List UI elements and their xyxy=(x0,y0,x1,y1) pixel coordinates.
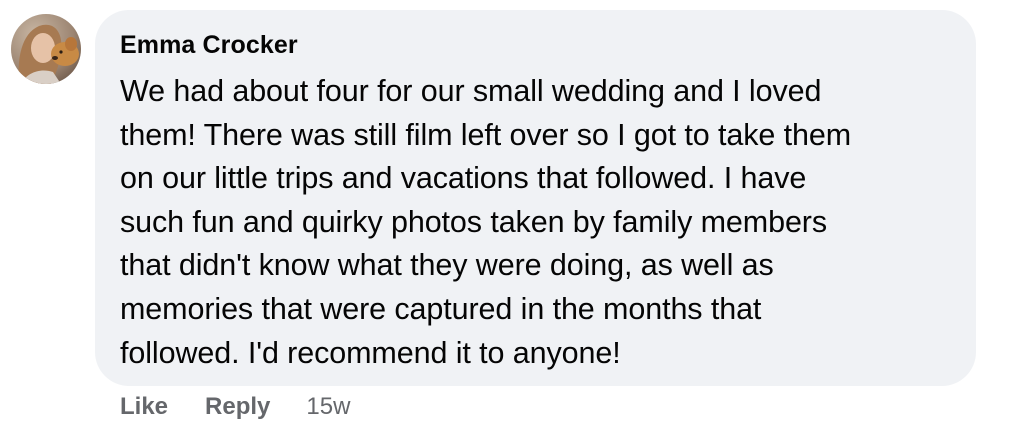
comment-text-line: that didn't know what they were doing, a… xyxy=(120,248,774,283)
comment-text: We had about four for our small wedding … xyxy=(120,70,952,375)
comment-timestamp[interactable]: 15w xyxy=(306,393,350,421)
avatar[interactable] xyxy=(11,14,81,84)
comment-actions: Like Reply 15w xyxy=(120,390,350,424)
comment-text-line: them! There was still film left over so … xyxy=(120,117,852,152)
comment-bubble: Emma Crocker We had about four for our s… xyxy=(95,10,976,386)
comment-text-line: followed. I'd recommend it to anyone! xyxy=(120,335,621,370)
like-button[interactable]: Like xyxy=(120,393,168,421)
comment: Emma Crocker We had about four for our s… xyxy=(0,0,1024,433)
avatar-photo-icon xyxy=(11,14,81,84)
comment-author[interactable]: Emma Crocker xyxy=(120,30,952,60)
comment-text-line: memories that were captured in the month… xyxy=(120,291,762,326)
comment-text-line: such fun and quirky photos taken by fami… xyxy=(120,204,828,239)
reply-button[interactable]: Reply xyxy=(205,393,270,421)
comment-text-line: We had about four for our small wedding … xyxy=(120,74,822,108)
comment-text-line: on our little trips and vacations that f… xyxy=(120,161,807,196)
